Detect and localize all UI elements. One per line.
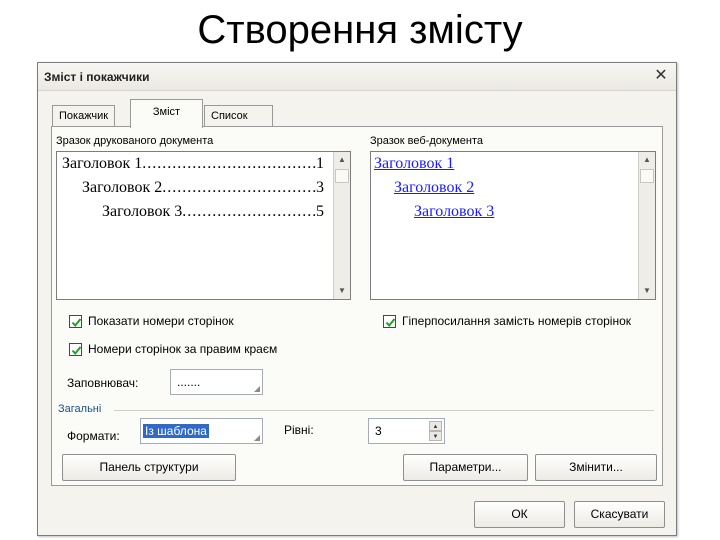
web-preview: Заголовок 1 Заголовок 2 Заголовок 3 ▲ ▼ — [370, 151, 656, 300]
general-divider — [114, 410, 654, 411]
leader-select[interactable]: ....... — [170, 369, 263, 395]
print-heading: Заголовок 1 — [62, 155, 143, 172]
scroll-down-icon[interactable]: ▼ — [334, 283, 350, 299]
levels-input[interactable]: 3 ▲ ▼ — [368, 418, 445, 444]
formats-value: Із шаблона — [143, 424, 209, 438]
print-leader: ........................................… — [182, 203, 316, 220]
ok-button[interactable]: ОК — [474, 501, 565, 528]
tab-figures[interactable]: Список ілюстрацій — [204, 105, 273, 142]
options-button[interactable]: Параметри... — [403, 454, 528, 481]
right-align-label: Номери сторінок за правим краєм — [88, 342, 278, 356]
print-line: Заголовок 3 ............................… — [102, 203, 324, 221]
scroll-up-icon[interactable]: ▲ — [639, 152, 655, 168]
web-preview-label: Зразок веб-документа — [370, 135, 483, 147]
formats-label: Формати: — [67, 429, 120, 443]
leader-value: ....... — [177, 375, 201, 389]
print-preview-scrollbar[interactable]: ▲ ▼ — [333, 152, 350, 299]
outline-toolbar-button[interactable]: Панель структури — [62, 454, 236, 481]
tab-index[interactable]: Покажчик — [52, 105, 116, 127]
show-page-numbers-label: Показати номери сторінок — [88, 314, 234, 328]
print-page-number: 5 — [316, 203, 324, 220]
dropdown-arrow-icon — [254, 435, 260, 441]
print-preview: Заголовок 1 ............................… — [56, 151, 351, 300]
print-line: Заголовок 1 ............................… — [62, 155, 324, 173]
levels-label: Рівні: — [284, 423, 314, 437]
print-preview-label: Зразок друкованого документа — [56, 135, 214, 147]
levels-spinner: ▲ ▼ — [429, 421, 442, 441]
spin-down-icon[interactable]: ▼ — [429, 431, 442, 441]
levels-value: 3 — [375, 424, 382, 438]
modify-button[interactable]: Змінити... — [535, 454, 657, 481]
right-align-checkbox[interactable] — [69, 342, 82, 356]
dialog-title: Зміст і покажчики — [44, 70, 150, 84]
hyperlinks-label: Гіперпосилання замість номерів сторінок — [402, 314, 632, 328]
web-heading-link[interactable]: Заголовок 1 — [374, 155, 454, 173]
web-preview-scrollbar[interactable]: ▲ ▼ — [638, 152, 655, 299]
print-heading: Заголовок 3 — [102, 203, 183, 220]
print-line: Заголовок 2 ............................… — [82, 179, 324, 197]
print-page-number: 3 — [316, 179, 324, 196]
general-group-label: Загальні — [58, 403, 102, 415]
print-leader: ........................................… — [162, 179, 316, 196]
hyperlinks-row: Гіперпосилання замість номерів сторінок — [383, 314, 631, 328]
spin-up-icon[interactable]: ▲ — [429, 421, 442, 431]
scroll-down-icon[interactable]: ▼ — [639, 283, 655, 299]
dropdown-arrow-icon — [254, 386, 260, 392]
print-heading: Заголовок 2 — [82, 179, 163, 196]
scroll-up-icon[interactable]: ▲ — [334, 152, 350, 168]
print-leader: ........................................… — [142, 155, 316, 172]
scroll-thumb[interactable] — [335, 169, 349, 183]
web-heading-link[interactable]: Заголовок 3 — [414, 203, 494, 221]
cancel-button[interactable]: Скасувати — [574, 501, 665, 528]
toc-dialog: Зміст і покажчики ✕ Покажчик Зміст Списо… — [37, 62, 677, 536]
web-heading-link[interactable]: Заголовок 2 — [394, 179, 474, 197]
print-page-number: 1 — [316, 155, 324, 172]
show-page-numbers-checkbox[interactable] — [69, 314, 82, 328]
tab-toc[interactable]: Зміст — [130, 99, 203, 128]
slide-title: Створення змісту — [197, 8, 523, 52]
tab-panel: Зразок друкованого документа Заголовок 1… — [51, 126, 663, 486]
right-align-row: Номери сторінок за правим краєм — [69, 342, 277, 356]
close-icon[interactable]: ✕ — [652, 66, 670, 86]
leader-label: Заповнювач: — [67, 376, 139, 390]
show-page-numbers-row: Показати номери сторінок — [69, 314, 234, 328]
scroll-thumb[interactable] — [640, 169, 654, 183]
dialog-titlebar[interactable]: Зміст і покажчики ✕ — [38, 63, 676, 91]
formats-select[interactable]: Із шаблона — [140, 418, 263, 444]
hyperlinks-checkbox[interactable] — [383, 314, 396, 328]
